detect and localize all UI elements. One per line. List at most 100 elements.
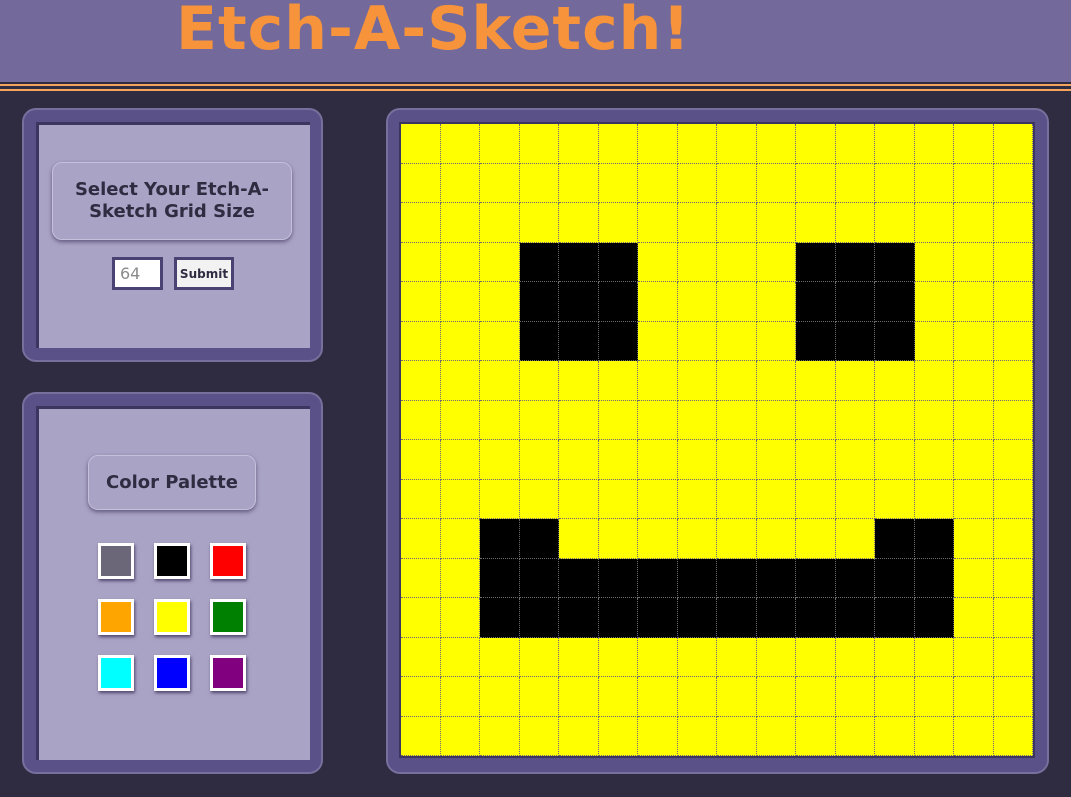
grid-cell[interactable] xyxy=(756,163,796,203)
grid-cell[interactable] xyxy=(401,637,441,677)
grid-cell[interactable] xyxy=(440,282,480,322)
grid-cell[interactable] xyxy=(993,716,1033,756)
grid-cell[interactable] xyxy=(401,124,441,164)
grid-cell[interactable] xyxy=(559,519,599,559)
grid-cell[interactable] xyxy=(993,282,1033,322)
grid-cell[interactable] xyxy=(559,637,599,677)
grid-cell[interactable] xyxy=(598,242,638,282)
grid-cell[interactable] xyxy=(954,558,994,598)
grid-cell[interactable] xyxy=(598,637,638,677)
grid-cell[interactable] xyxy=(440,163,480,203)
grid-cell[interactable] xyxy=(559,440,599,480)
grid-cell[interactable] xyxy=(480,400,520,440)
grid-cell[interactable] xyxy=(559,282,599,322)
grid-cell[interactable] xyxy=(401,400,441,440)
grid-cell[interactable] xyxy=(401,321,441,361)
grid-cell[interactable] xyxy=(875,558,915,598)
grid-cell[interactable] xyxy=(954,400,994,440)
grid-cell[interactable] xyxy=(875,361,915,401)
grid-cell[interactable] xyxy=(756,282,796,322)
grid-cell[interactable] xyxy=(835,242,875,282)
grid-cell[interactable] xyxy=(796,677,836,717)
grid-cell[interactable] xyxy=(480,716,520,756)
grid-cell[interactable] xyxy=(638,242,678,282)
grid-cell[interactable] xyxy=(598,519,638,559)
grid-cell[interactable] xyxy=(480,203,520,243)
grid-cell[interactable] xyxy=(638,558,678,598)
grid-cell[interactable] xyxy=(638,203,678,243)
grid-cell[interactable] xyxy=(480,598,520,638)
grid-cell[interactable] xyxy=(875,282,915,322)
grid-cell[interactable] xyxy=(519,321,559,361)
grid-cell[interactable] xyxy=(480,361,520,401)
grid-cell[interactable] xyxy=(598,677,638,717)
grid-cell[interactable] xyxy=(717,242,757,282)
grid-cell[interactable] xyxy=(796,519,836,559)
grid-cell[interactable] xyxy=(480,677,520,717)
sketch-grid[interactable] xyxy=(399,122,1035,758)
grid-cell[interactable] xyxy=(598,716,638,756)
grid-cell[interactable] xyxy=(401,519,441,559)
grid-cell[interactable] xyxy=(717,400,757,440)
grid-cell[interactable] xyxy=(598,321,638,361)
grid-cell[interactable] xyxy=(638,321,678,361)
grid-cell[interactable] xyxy=(875,479,915,519)
grid-cell[interactable] xyxy=(993,203,1033,243)
grid-cell[interactable] xyxy=(993,400,1033,440)
grid-cell[interactable] xyxy=(914,440,954,480)
grid-cell[interactable] xyxy=(559,124,599,164)
grid-cell[interactable] xyxy=(440,203,480,243)
grid-cell[interactable] xyxy=(598,203,638,243)
grid-cell[interactable] xyxy=(677,519,717,559)
grid-cell[interactable] xyxy=(677,677,717,717)
color-swatch-yellow[interactable] xyxy=(154,599,190,635)
grid-cell[interactable] xyxy=(559,598,599,638)
grid-cell[interactable] xyxy=(914,677,954,717)
grid-cell[interactable] xyxy=(440,558,480,598)
grid-cell[interactable] xyxy=(559,203,599,243)
grid-cell[interactable] xyxy=(559,321,599,361)
grid-cell[interactable] xyxy=(559,400,599,440)
grid-cell[interactable] xyxy=(835,598,875,638)
grid-cell[interactable] xyxy=(993,479,1033,519)
grid-cell[interactable] xyxy=(519,361,559,401)
grid-cell[interactable] xyxy=(875,677,915,717)
grid-cell[interactable] xyxy=(914,321,954,361)
grid-cell[interactable] xyxy=(440,677,480,717)
grid-cell[interactable] xyxy=(480,282,520,322)
grid-cell[interactable] xyxy=(480,479,520,519)
grid-cell[interactable] xyxy=(993,440,1033,480)
grid-cell[interactable] xyxy=(440,440,480,480)
grid-cell[interactable] xyxy=(519,124,559,164)
grid-cell[interactable] xyxy=(875,124,915,164)
grid-cell[interactable] xyxy=(638,282,678,322)
grid-cell[interactable] xyxy=(717,321,757,361)
grid-cell[interactable] xyxy=(875,598,915,638)
grid-cell[interactable] xyxy=(598,124,638,164)
grid-cell[interactable] xyxy=(598,479,638,519)
grid-cell[interactable] xyxy=(598,361,638,401)
grid-cell[interactable] xyxy=(875,519,915,559)
grid-cell[interactable] xyxy=(440,598,480,638)
grid-cell[interactable] xyxy=(954,440,994,480)
grid-cell[interactable] xyxy=(717,124,757,164)
grid-cell[interactable] xyxy=(480,321,520,361)
grid-cell[interactable] xyxy=(440,637,480,677)
grid-cell[interactable] xyxy=(756,203,796,243)
grid-cell[interactable] xyxy=(717,440,757,480)
grid-cell[interactable] xyxy=(598,558,638,598)
grid-cell[interactable] xyxy=(835,519,875,559)
grid-cell[interactable] xyxy=(559,558,599,598)
grid-cell[interactable] xyxy=(638,637,678,677)
grid-cell[interactable] xyxy=(480,440,520,480)
grid-cell[interactable] xyxy=(519,163,559,203)
grid-cell[interactable] xyxy=(677,440,717,480)
grid-cell[interactable] xyxy=(401,716,441,756)
grid-cell[interactable] xyxy=(440,519,480,559)
grid-cell[interactable] xyxy=(796,282,836,322)
grid-cell[interactable] xyxy=(440,400,480,440)
grid-cell[interactable] xyxy=(796,716,836,756)
grid-cell[interactable] xyxy=(756,361,796,401)
grid-cell[interactable] xyxy=(756,440,796,480)
grid-cell[interactable] xyxy=(914,637,954,677)
